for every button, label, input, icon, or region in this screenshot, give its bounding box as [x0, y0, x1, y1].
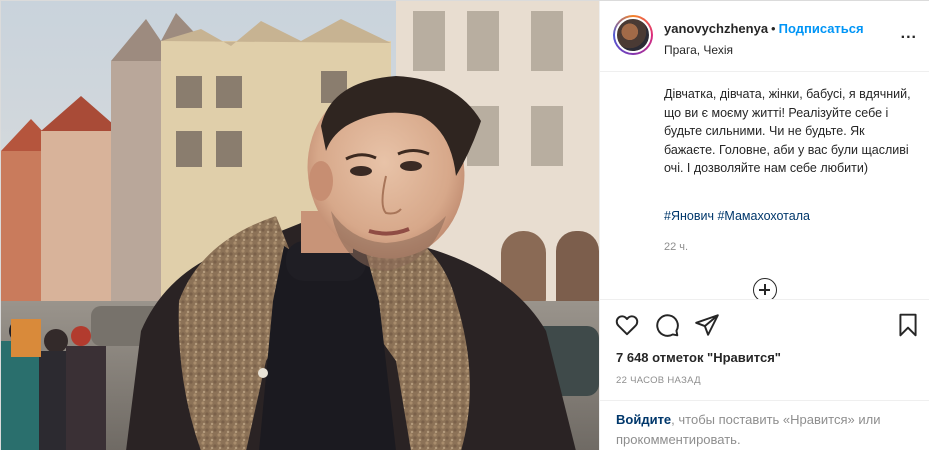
avatar[interactable] — [613, 15, 653, 55]
login-prompt: Войдите, чтобы поставить «Нравится» или … — [600, 400, 929, 450]
comment-icon[interactable] — [654, 312, 680, 338]
more-options-icon[interactable]: ... — [901, 26, 917, 42]
hashtag-link[interactable]: #Мамахохотала — [717, 209, 810, 223]
location-link[interactable]: Прага, Чехія — [664, 43, 864, 57]
post-timestamp[interactable]: 22 ЧАСОВ НАЗАД — [616, 375, 701, 386]
avatar-image — [615, 17, 651, 53]
header-text: yanovychzhenya • Подписаться Прага, Чехія — [664, 20, 864, 57]
post-side-panel: yanovychzhenya • Подписаться Прага, Чехія … — [599, 1, 929, 450]
post-actions: 7 648 отметок "Нравится" 22 ЧАСОВ НАЗАД … — [600, 299, 929, 450]
likes-count[interactable]: 7 648 отметок "Нравится" — [616, 350, 781, 365]
instagram-post: yanovychzhenya • Подписаться Прага, Чехія … — [0, 0, 929, 450]
bookmark-icon[interactable] — [895, 312, 921, 338]
hashtag-link[interactable]: #Янович — [664, 209, 714, 223]
username-link[interactable]: yanovychzhenya — [664, 21, 768, 36]
separator-dot: • — [771, 21, 776, 36]
login-link[interactable]: Войдите — [616, 412, 671, 427]
photo-illustration — [1, 1, 599, 450]
follow-button[interactable]: Подписаться — [779, 21, 864, 36]
post-header: yanovychzhenya • Подписаться Прага, Чехія … — [600, 1, 929, 72]
hashtag-list: #Янович #Мамахохотала — [664, 209, 810, 223]
login-prompt-text: Войдите, чтобы поставить «Нравится» или … — [616, 410, 906, 450]
post-caption: Дівчатка, дівчата, жінки, бабусі, я вдяч… — [664, 87, 911, 175]
paper-plane-icon[interactable] — [694, 312, 720, 338]
heart-icon[interactable] — [614, 312, 640, 338]
caption-timestamp[interactable]: 22 ч. — [664, 241, 688, 253]
post-photo[interactable] — [1, 1, 599, 450]
